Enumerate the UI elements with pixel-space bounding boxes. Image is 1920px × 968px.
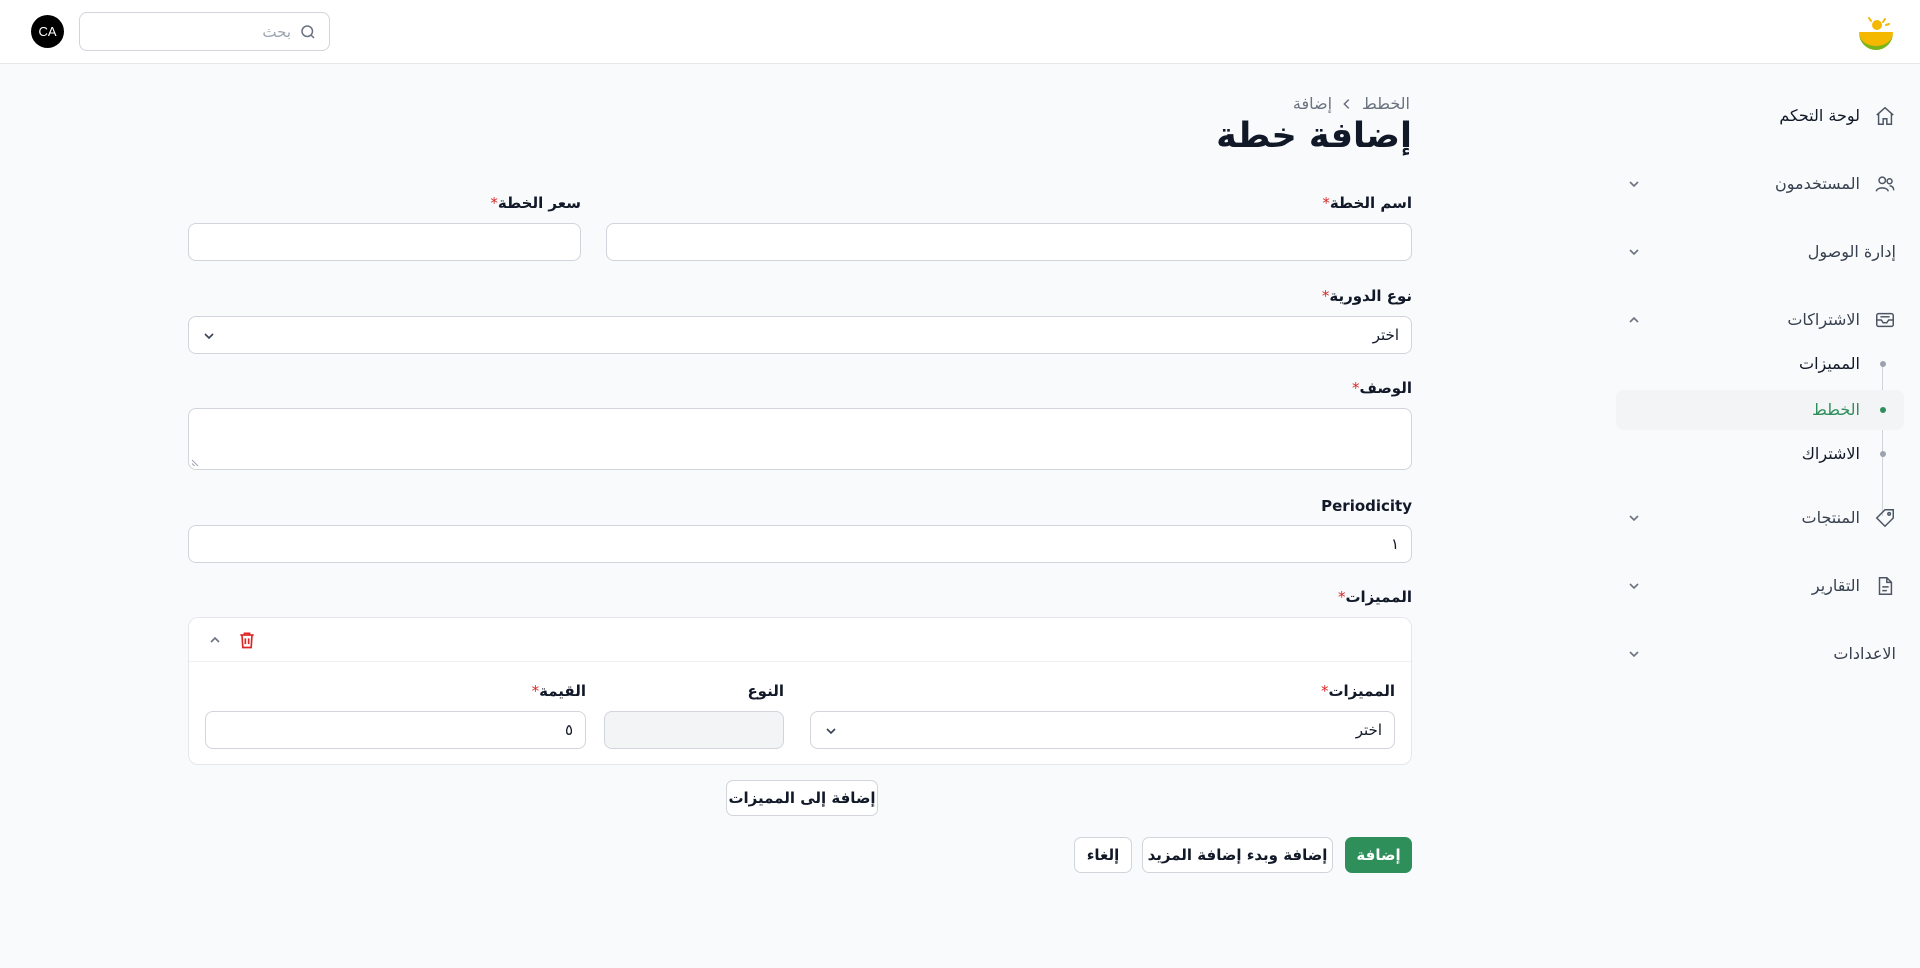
search-box[interactable] [79, 12, 330, 51]
breadcrumb-parent-link[interactable]: الخطط [1362, 94, 1410, 113]
feature-value-input[interactable] [205, 711, 586, 749]
description-label: الوصف* [1351, 379, 1412, 397]
add-and-continue-button[interactable]: إضافة وبدء إضافة المزيد [1142, 837, 1333, 873]
feature-type-label: النوع [747, 682, 784, 700]
home-icon [1876, 106, 1894, 125]
breadcrumb-current: إضافة [1292, 94, 1333, 113]
sidebar-subitem-features[interactable]: المميزات [1616, 344, 1904, 384]
sidebar-subitem-plans[interactable]: الخطط [1616, 390, 1904, 430]
tag-icon [1875, 509, 1894, 528]
chevron-down-icon [1629, 515, 1639, 522]
add-to-features-button[interactable]: إضافة إلى المميزات [726, 780, 878, 816]
sidebar-subitem-label: الاشتراك [1801, 444, 1860, 463]
chevron-down-icon [1629, 583, 1639, 590]
sidebar-item-users[interactable]: المستخدمون [1616, 162, 1904, 206]
sidebar-item-label: المستخدمون [1775, 174, 1860, 193]
chevron-down-icon [826, 728, 836, 735]
periodicity-type-select[interactable]: اختر [188, 316, 1412, 354]
feature-select[interactable]: اختر [810, 711, 1395, 749]
sidebar-item-label: الاشتراكات [1787, 310, 1860, 329]
chevron-down-icon [1629, 651, 1639, 658]
chevron-down-icon [1629, 249, 1639, 256]
bullet-dot [1880, 451, 1886, 457]
sidebar-subitem-label: الخطط [1812, 400, 1860, 419]
chevron-up-icon [1629, 316, 1639, 323]
periodicity-label: Periodicity [1321, 497, 1412, 515]
document-icon [1878, 577, 1893, 595]
sidebar-item-settings[interactable]: الاعدادات [1616, 632, 1904, 676]
sidebar-subitem-label: المميزات [1799, 354, 1860, 373]
select-value: اختر [1355, 721, 1382, 739]
sidebar-item-products[interactable]: المنتجات [1616, 496, 1904, 540]
feature-value-label: القيمة* [531, 682, 586, 700]
sidebar-item-subscriptions[interactable]: الاشتراكات [1616, 298, 1904, 342]
add-button[interactable]: إضافة [1345, 837, 1412, 873]
search-icon [301, 24, 315, 39]
plan-name-label: اسم الخطة* [1322, 194, 1412, 212]
sidebar-item-label: التقارير [1811, 576, 1860, 595]
feature-item-card: المميزات* اختر النوع القيمة* [188, 617, 1412, 765]
chevron-down-icon [204, 333, 214, 340]
trash-icon[interactable] [237, 630, 257, 650]
sidebar-subitem-subscription[interactable]: الاشتراك [1616, 434, 1904, 474]
top-bar: CA [0, 0, 1920, 64]
feature-card-header [189, 618, 1411, 662]
plan-name-input[interactable] [606, 223, 1412, 261]
breadcrumb: الخطط إضافة [1293, 94, 1410, 113]
sidebar: لوحة التحكم المستخدمون إدارة الوصول الاش… [1590, 64, 1920, 968]
bullet-dot [1880, 407, 1886, 413]
description-textarea[interactable] [188, 408, 1412, 470]
chevron-up-icon[interactable] [207, 632, 223, 648]
plan-price-label: سعر الخطة* [490, 194, 581, 212]
periodicity-type-label: نوع الدورية* [1321, 287, 1412, 305]
chevron-left-icon [1343, 98, 1350, 109]
page-title: إضافة خطة [1216, 116, 1412, 156]
sidebar-item-label: الاعدادات [1833, 644, 1896, 663]
select-value: اختر [1372, 326, 1399, 344]
sidebar-item-dashboard[interactable]: لوحة التحكم [1616, 94, 1904, 138]
resize-handle-icon[interactable] [191, 459, 199, 467]
features-label: المميزات* [1337, 588, 1412, 606]
bullet-dot [1880, 361, 1886, 367]
inbox-icon [1876, 312, 1894, 328]
feature-select-label: المميزات* [1320, 682, 1395, 700]
search-input[interactable] [91, 22, 291, 41]
plan-price-input[interactable] [188, 223, 581, 261]
sidebar-item-label: إدارة الوصول [1807, 242, 1896, 261]
avatar[interactable]: CA [31, 15, 64, 48]
sidebar-item-reports[interactable]: التقارير [1616, 564, 1904, 608]
cancel-button[interactable]: إلغاء [1074, 837, 1132, 873]
users-icon [1875, 176, 1895, 192]
logo-sun-bowl-icon[interactable] [1856, 14, 1896, 52]
periodicity-input[interactable] [188, 525, 1412, 563]
sidebar-item-access-management[interactable]: إدارة الوصول [1616, 230, 1904, 274]
feature-type-field [604, 711, 784, 749]
chevron-down-icon [1629, 181, 1639, 188]
sidebar-item-label: لوحة التحكم [1779, 106, 1860, 125]
sidebar-item-label: المنتجات [1801, 508, 1861, 527]
